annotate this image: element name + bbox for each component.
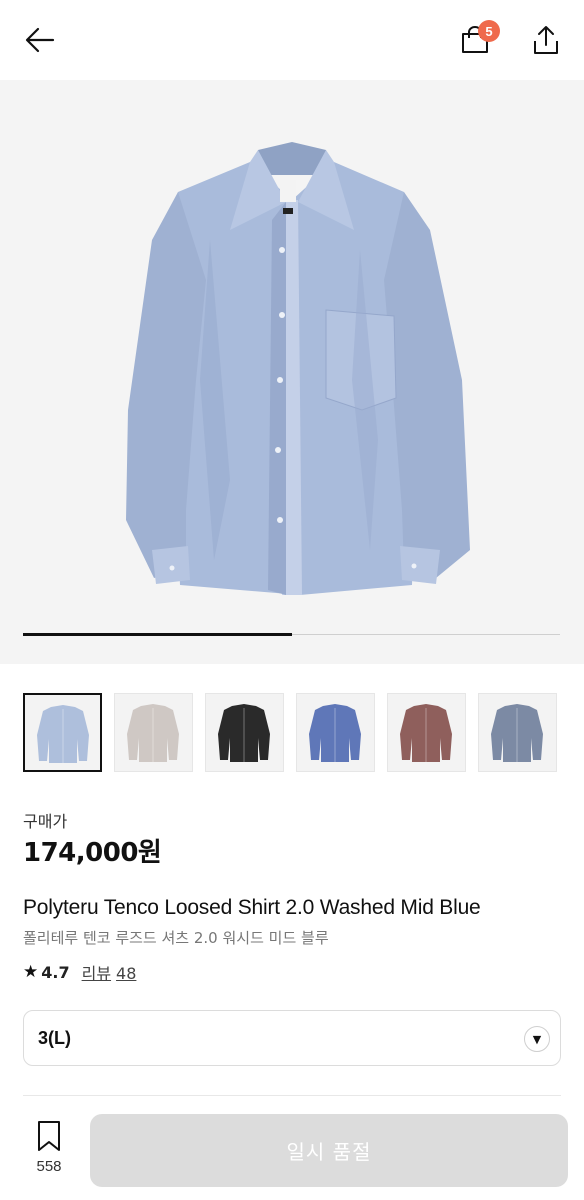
shirt-thumbnail-image xyxy=(37,705,89,763)
chevron-down-icon: ▼ xyxy=(524,1026,550,1052)
price-label: 구매가 xyxy=(23,812,68,831)
shirt-thumbnail-image xyxy=(400,704,452,762)
selected-size: 3(L) xyxy=(38,1028,71,1048)
back-button[interactable] xyxy=(20,22,60,58)
star-icon: ★ xyxy=(23,962,39,982)
bottom-action-bar: 558 일시 품절 xyxy=(0,1100,584,1200)
soldout-button[interactable]: 일시 품절 xyxy=(90,1114,568,1187)
arrow-left-icon xyxy=(25,27,55,53)
shirt-thumbnail-image xyxy=(127,704,179,762)
shirt-thumbnail-image xyxy=(218,704,270,762)
share-upload-icon xyxy=(534,26,558,54)
reviews-link[interactable]: 리뷰 48 xyxy=(82,960,142,984)
review-label: 리뷰 xyxy=(81,964,112,983)
top-navigation-bar: 5 xyxy=(0,0,584,80)
cart-count-badge: 5 xyxy=(478,20,500,42)
color-thumbnail-black[interactable] xyxy=(205,693,284,772)
color-thumbnail-brown[interactable] xyxy=(387,693,466,772)
share-button[interactable] xyxy=(526,20,566,60)
wishlist-count: 558 xyxy=(36,1158,62,1175)
cart-button[interactable]: 5 xyxy=(456,18,500,62)
size-select-dropdown[interactable]: 3(L) ▼ xyxy=(23,1010,561,1066)
color-thumbnail-light-blue[interactable] xyxy=(23,693,102,772)
product-image-carousel[interactable] xyxy=(0,80,584,664)
color-thumbnail-blue[interactable] xyxy=(296,693,375,772)
carousel-progress-indicator xyxy=(23,633,292,636)
review-count: 48 xyxy=(116,964,137,983)
rating-score: 4.7 xyxy=(41,962,70,982)
bookmark-icon xyxy=(38,1121,60,1151)
product-name-korean: 폴리테루 텐코 루즈드 셔츠 2.0 워시드 미드 블루 xyxy=(23,929,329,947)
color-thumbnail-grey-beige[interactable] xyxy=(114,693,193,772)
divider xyxy=(23,1095,561,1096)
wishlist-button[interactable]: 558 xyxy=(22,1120,76,1186)
color-thumbnail-slate-blue[interactable] xyxy=(478,693,557,772)
shirt-thumbnail-image xyxy=(491,704,543,762)
color-thumbnail-strip[interactable] xyxy=(23,693,584,773)
product-shirt-image xyxy=(126,142,470,595)
rating-row: ★ 4.7 리뷰 48 xyxy=(23,960,141,984)
product-name-english: Polyteru Tenco Loosed Shirt 2.0 Washed M… xyxy=(23,896,481,919)
product-price: 174,000원 xyxy=(23,838,162,868)
shirt-thumbnail-image xyxy=(309,704,361,762)
